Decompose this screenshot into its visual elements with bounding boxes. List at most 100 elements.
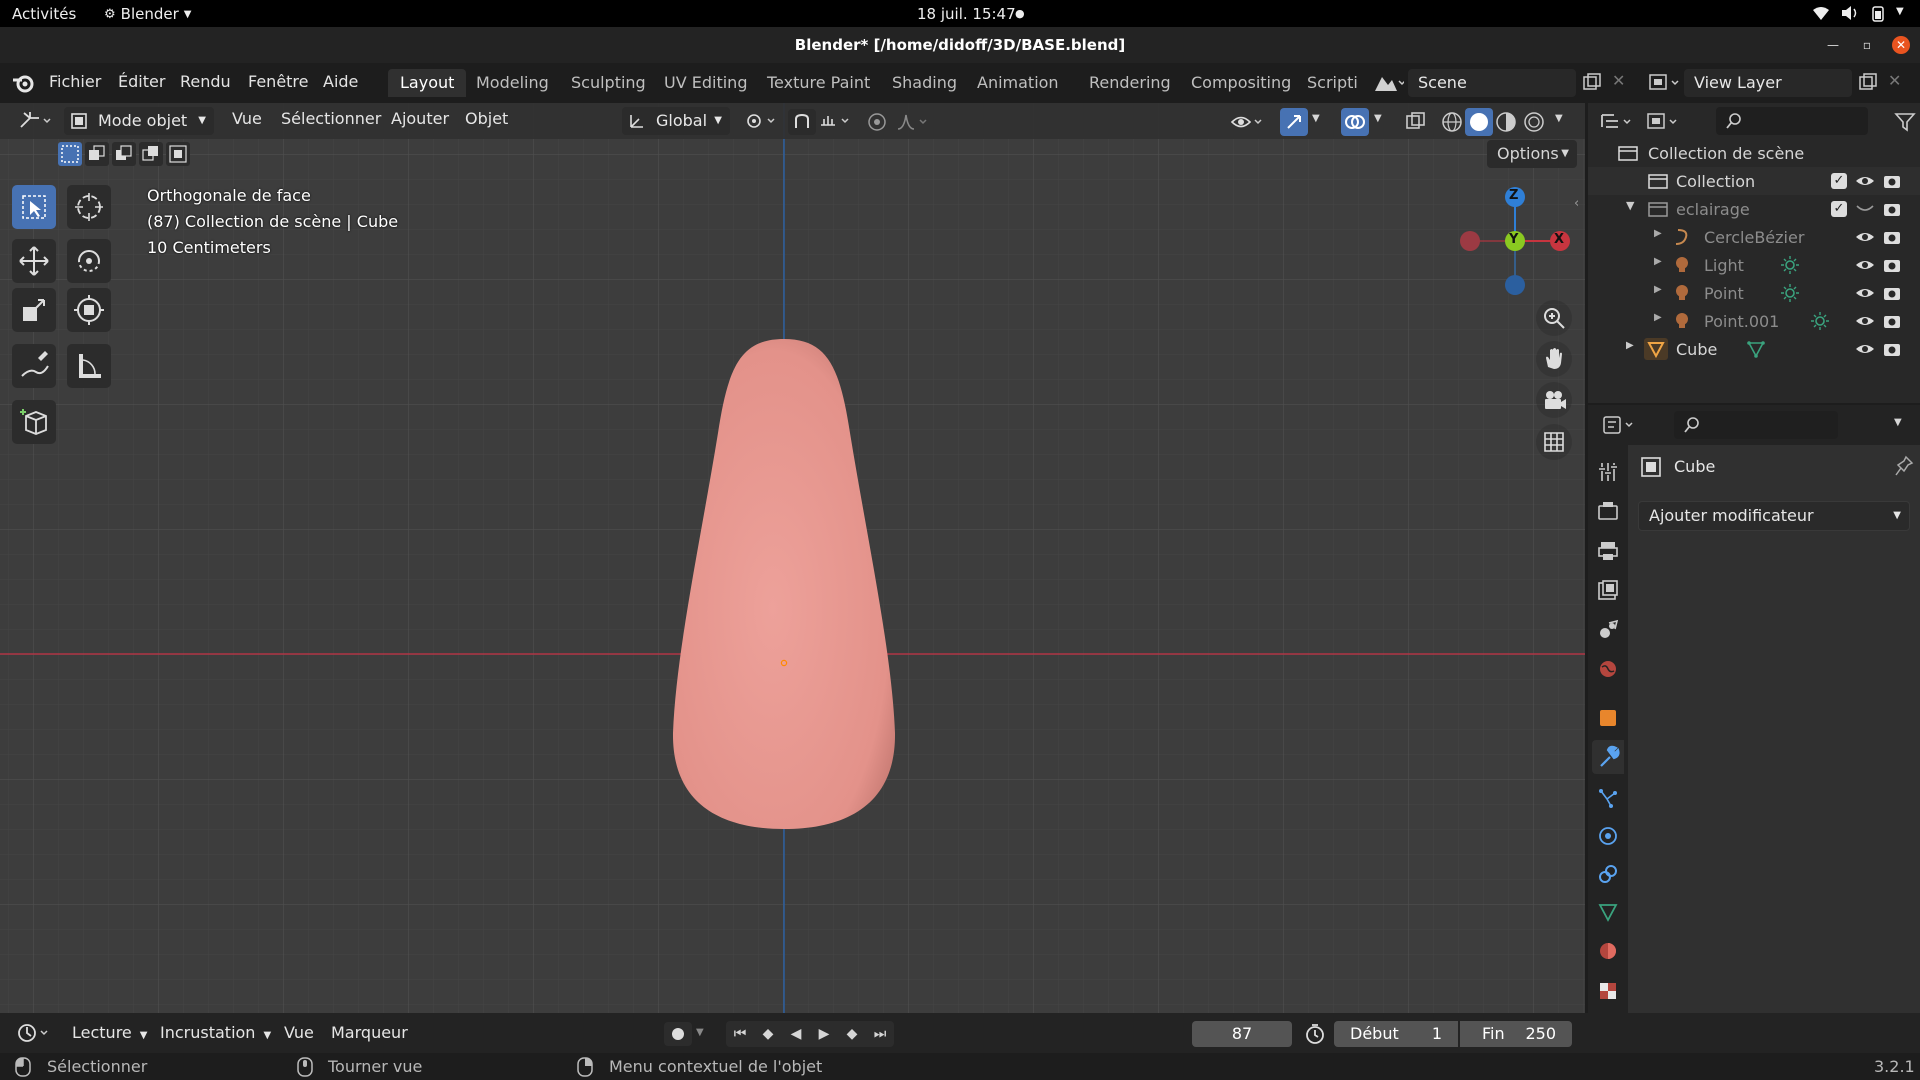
scene-selector-icon[interactable] [1372,71,1404,95]
view-layer-field[interactable]: View Layer [1684,69,1852,97]
view-layer-icon[interactable] [1648,71,1682,95]
view-layer-tab-icon[interactable] [1597,579,1619,601]
next-keyframe-icon[interactable]: ◆ [838,1021,866,1047]
scene-name-field[interactable]: Scene [1408,69,1576,97]
camera-view-icon[interactable] [1536,382,1572,418]
sidebar-toggle-icon[interactable]: ‹ [1574,196,1579,211]
new-scene-icon[interactable] [1582,72,1602,92]
outliner-editor-icon[interactable] [1600,111,1636,133]
maximize-button[interactable]: ▫ [1858,36,1876,54]
select-new-icon[interactable] [58,142,82,166]
properties-editor-icon[interactable] [1602,414,1638,436]
eye-closed-icon[interactable] [1855,203,1875,215]
jump-end-icon[interactable]: ⏭ [866,1021,894,1047]
cursor-tool[interactable] [67,185,111,229]
material-tab-icon[interactable] [1597,940,1619,962]
display-mode-icon[interactable] [1646,111,1682,133]
tab-uv-editing[interactable]: UV Editing [652,69,759,97]
current-frame-field[interactable]: 87 [1192,1021,1292,1047]
eye-icon[interactable] [1855,257,1875,273]
annotate-tool[interactable] [12,344,56,388]
select-extend-icon[interactable] [85,142,109,166]
pivot-point-icon[interactable] [744,111,780,131]
scene-tab-icon[interactable] [1597,619,1619,641]
properties-options-chevron-icon[interactable]: ▼ [1894,417,1902,428]
snap-target-icon[interactable] [818,111,854,131]
measure-tool[interactable] [67,344,111,388]
wireframe-shading-icon[interactable] [1440,110,1464,134]
menu-edit[interactable]: Éditer [118,72,165,91]
play-icon[interactable]: ▶ [810,1021,838,1047]
outliner-row-point001[interactable]: ▶ Point.001 [1588,307,1920,335]
particles-tab-icon[interactable] [1597,787,1619,809]
solid-shading-icon[interactable] [1465,108,1493,136]
clock[interactable]: 18 juil. 15:47 [917,5,1016,23]
object-tab-icon[interactable] [1597,707,1619,729]
menu-add[interactable]: Ajouter [391,109,449,128]
gizmo-dropdown-icon[interactable]: ▼ [1312,113,1320,124]
tab-rendering[interactable]: Rendering [1077,69,1183,97]
tab-compositing[interactable]: Compositing [1179,69,1303,97]
app-menu[interactable]: ⚙ Blender ▼ [104,5,191,23]
xray-toggle-icon[interactable] [1404,110,1428,134]
light-data-icon[interactable] [1780,255,1800,275]
expand-arrow-icon[interactable]: ▶ [1654,228,1662,239]
select-box-tool[interactable] [12,185,56,229]
tab-layout[interactable]: Layout [388,69,467,97]
expand-arrow-icon[interactable]: ▼ [1626,199,1634,212]
data-tab-icon[interactable] [1597,901,1619,923]
overlays-dropdown-icon[interactable]: ▼ [1374,113,1382,124]
eye-icon[interactable] [1855,229,1875,245]
eye-icon[interactable] [1855,285,1875,301]
activities-button[interactable]: Activités [12,5,76,23]
tab-sculpting[interactable]: Sculpting [559,69,658,97]
visibility-icon[interactable] [1230,111,1266,133]
overlays-toggle-icon[interactable] [1341,108,1369,136]
outliner-row-collection[interactable]: Collection ✓ [1588,167,1920,195]
rotate-tool[interactable] [67,239,111,283]
camera-render-icon[interactable] [1883,256,1901,274]
outliner-search-input[interactable] [1716,107,1868,135]
light-data-icon[interactable] [1810,311,1830,331]
tab-scripting[interactable]: Scripting [1295,69,1358,97]
falloff-icon[interactable] [896,111,932,133]
pin-icon[interactable] [1894,455,1914,477]
expand-arrow-icon[interactable]: ▶ [1654,312,1662,323]
menu-keying[interactable]: Incrustation ▼ [160,1023,271,1042]
physics-tab-icon[interactable] [1597,825,1619,847]
menu-render[interactable]: Rendu [180,72,231,91]
perspective-toggle-icon[interactable] [1536,424,1572,460]
blender-menu-icon[interactable] [12,71,36,95]
menu-file[interactable]: Fichier [49,72,101,91]
tab-shading[interactable]: Shading [880,69,969,97]
select-invert-icon[interactable] [139,142,163,166]
camera-render-icon[interactable] [1883,228,1901,246]
outliner-row-light[interactable]: ▶ Light [1588,251,1920,279]
snap-toggle-icon[interactable] [788,109,816,135]
expand-arrow-icon[interactable]: ▶ [1654,284,1662,295]
rendered-shading-icon[interactable] [1522,110,1546,134]
texture-tab-icon[interactable] [1597,980,1619,1002]
tool-tab-icon[interactable] [1597,461,1619,483]
camera-render-icon[interactable] [1883,312,1901,330]
tab-texture-paint[interactable]: Texture Paint [755,69,882,97]
transform-tool[interactable] [67,288,111,332]
menu-view[interactable]: Vue [232,109,262,128]
new-view-layer-icon[interactable] [1858,72,1878,92]
light-data-icon[interactable] [1780,283,1800,303]
camera-render-icon[interactable] [1883,200,1901,218]
play-reverse-icon[interactable]: ◀ [782,1021,810,1047]
tab-animation[interactable]: Animation [965,69,1071,97]
properties-search-input[interactable] [1674,411,1838,439]
material-preview-icon[interactable] [1494,110,1518,134]
system-menu-chevron-icon[interactable]: ▼ [1896,6,1904,17]
prev-keyframe-icon[interactable]: ◆ [754,1021,782,1047]
options-dropdown[interactable]: Options ▼ [1487,140,1577,168]
constraints-tab-icon[interactable] [1597,863,1619,885]
volume-icon[interactable] [1840,5,1860,21]
menu-help[interactable]: Aide [323,72,358,91]
delete-scene-icon[interactable]: ✕ [1612,71,1625,90]
transform-orientation[interactable]: Global ▼ [622,107,730,135]
exclude-checkbox[interactable]: ✓ [1831,173,1847,189]
menu-playback[interactable]: Lecture ▼ [72,1023,147,1042]
